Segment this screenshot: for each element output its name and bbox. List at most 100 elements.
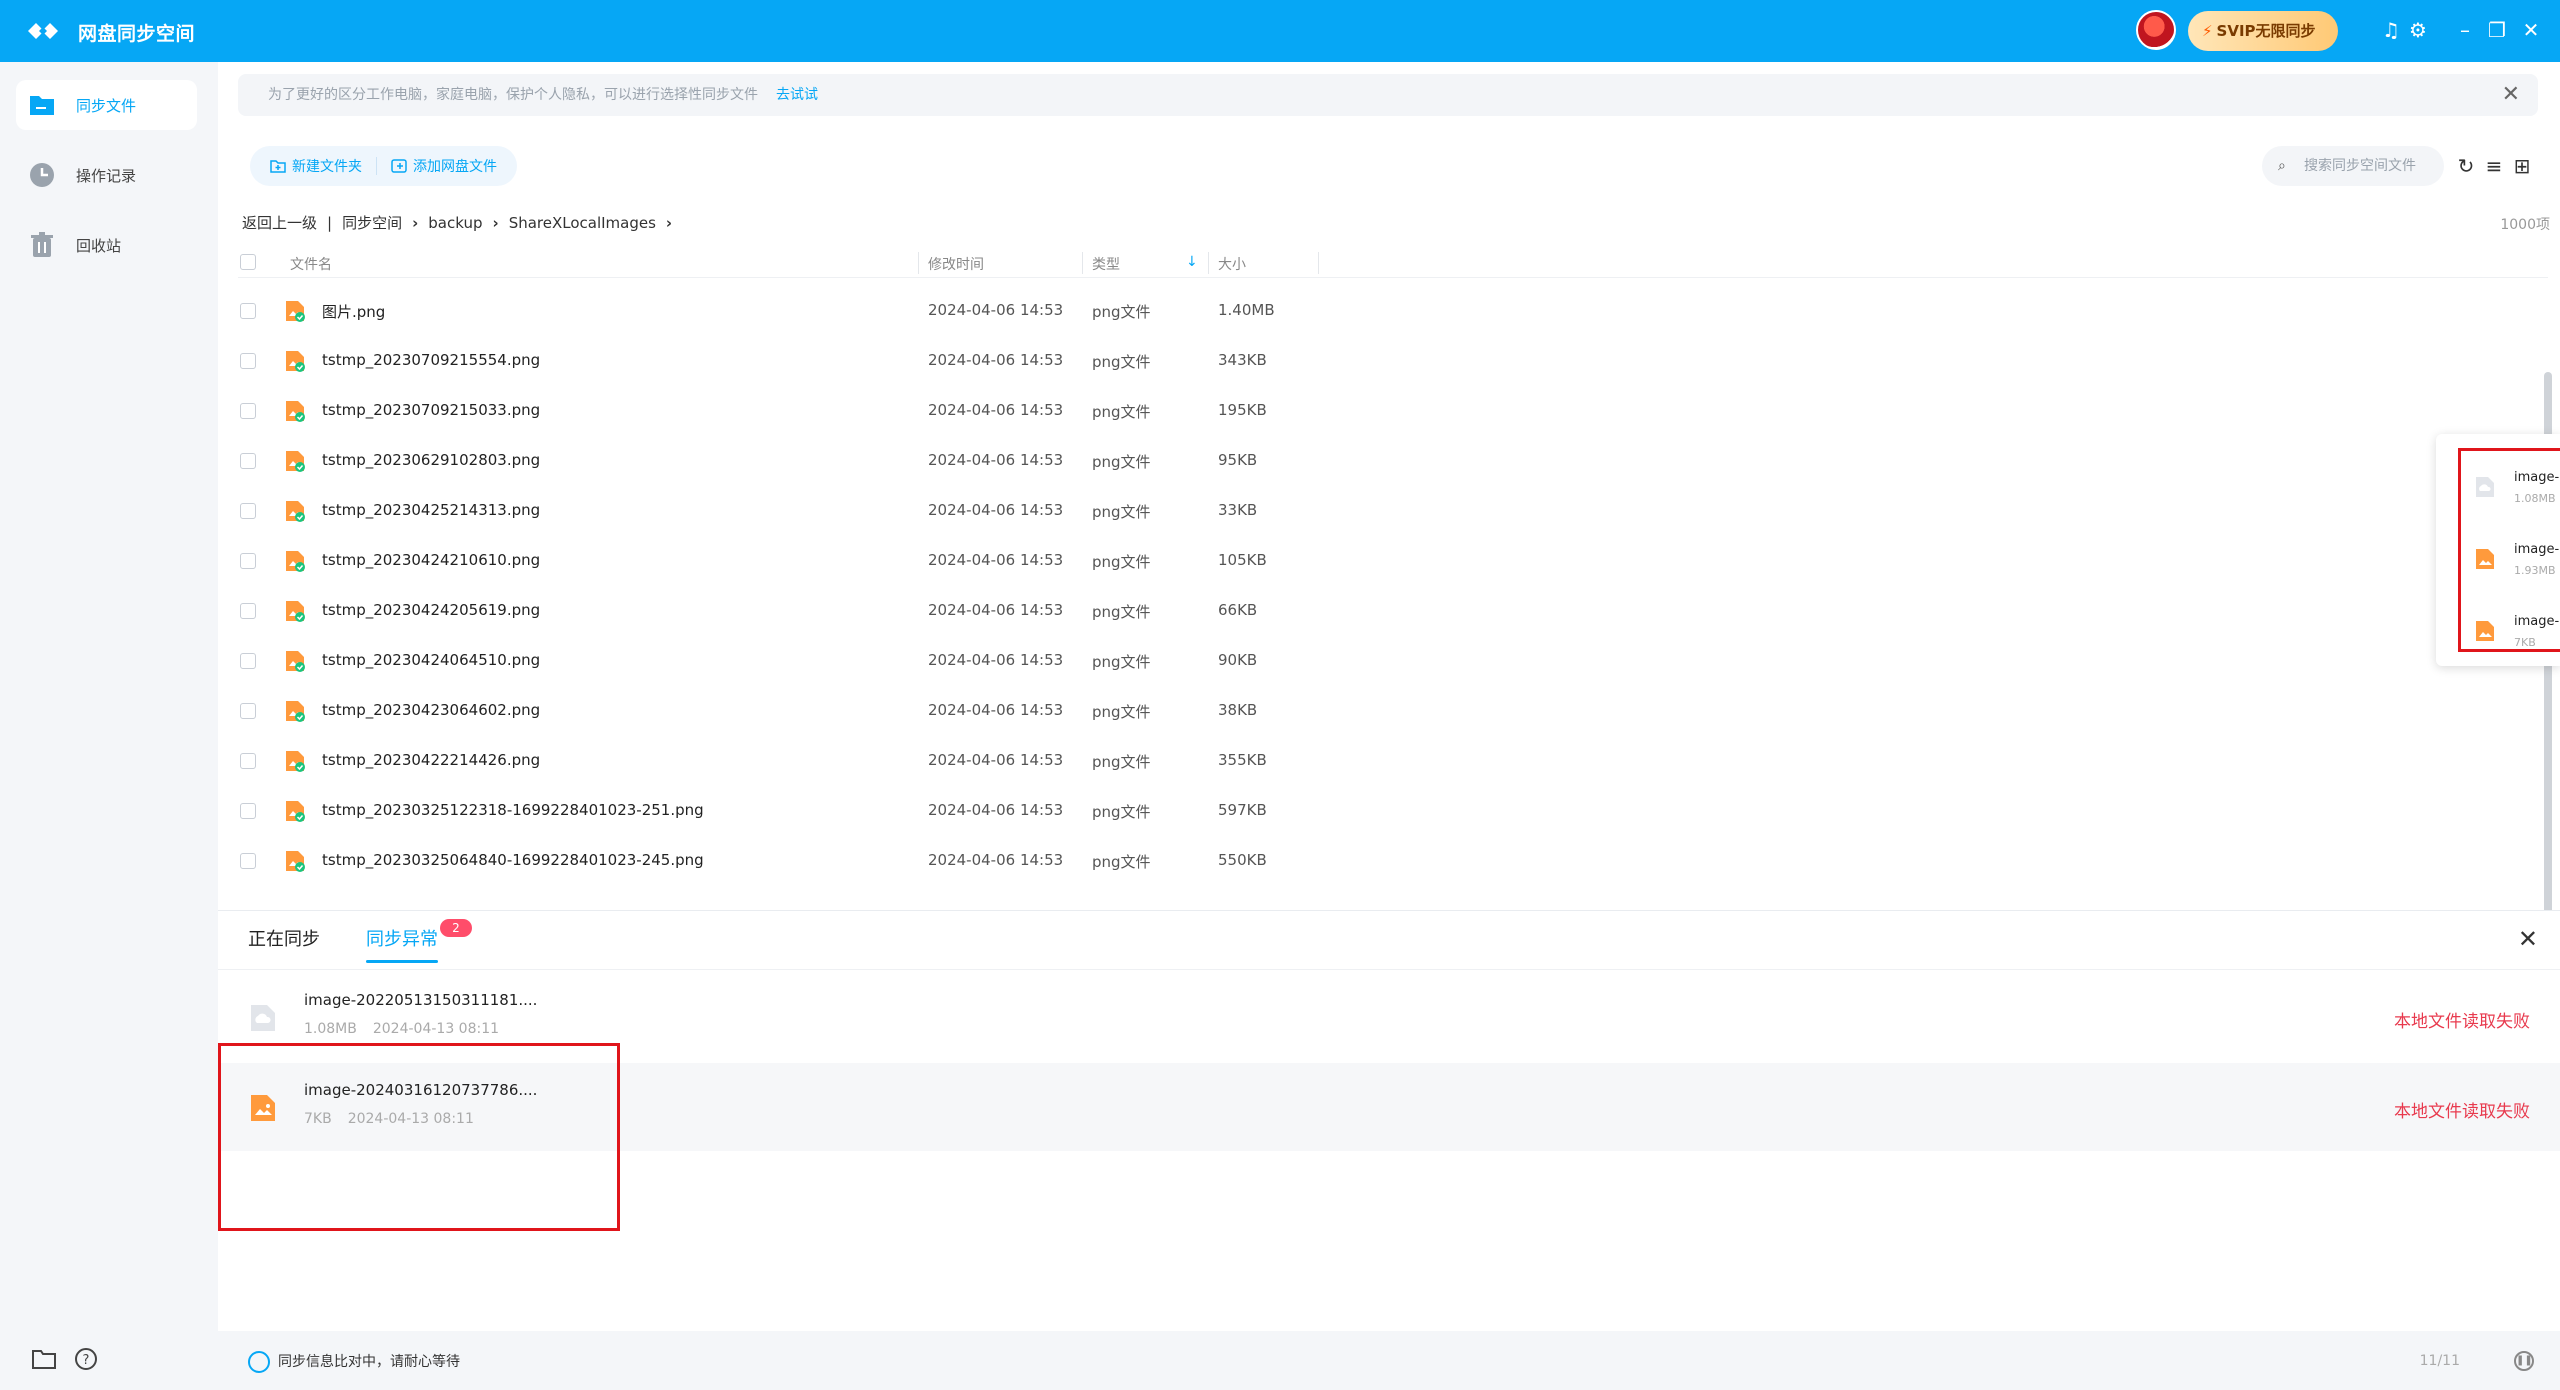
table-row[interactable]: tstmp_20230424210610.png 2024-04-06 14:53… [238, 536, 2538, 586]
file-name[interactable]: tstmp_20230424064510.png [322, 651, 540, 669]
file-name[interactable]: tstmp_20230424205619.png [322, 601, 540, 619]
file-mtime: 2024-04-06 14:53 [928, 401, 1064, 419]
cloud-file-icon [251, 1005, 275, 1031]
close-icon[interactable]: ✕ [2502, 74, 2520, 116]
add-netdisk-file-button[interactable]: 添加网盘文件 [391, 156, 497, 176]
breadcrumb-back[interactable]: 返回上一级 [242, 212, 317, 233]
row-checkbox[interactable] [240, 453, 256, 469]
new-folder-button[interactable]: 新建文件夹 [270, 156, 362, 176]
image-file-icon [2476, 621, 2494, 641]
row-checkbox[interactable] [240, 703, 256, 719]
file-name[interactable]: tstmp_20230709215554.png [322, 351, 540, 369]
table-row[interactable]: 图片.png 2024-04-06 14:53 png文件 1.40MB [238, 286, 2538, 336]
file-name[interactable]: tstmp_20230325122318-1699228401023-251.p… [322, 801, 704, 819]
row-checkbox[interactable] [240, 503, 256, 519]
file-size: 66KB [1218, 601, 1258, 619]
file-name[interactable]: 图片.png [322, 301, 385, 322]
table-row[interactable]: tstmp_20230422214426.png 2024-04-06 14:53… [238, 736, 2538, 786]
sidebar-item-sync-files[interactable]: 同步文件 [16, 80, 197, 130]
file-name[interactable]: tstmp_20230629102803.png [322, 451, 540, 469]
popover-item[interactable]: image- 1.93MB [2474, 534, 2560, 584]
table-row[interactable]: tstmp_20230629102803.png 2024-04-06 14:53… [238, 436, 2538, 486]
file-name[interactable]: tstmp_20230423064602.png [322, 701, 540, 719]
help-icon[interactable]: ? [74, 1347, 98, 1371]
row-checkbox[interactable] [240, 753, 256, 769]
file-size: 343KB [1218, 351, 1267, 369]
minimize-icon[interactable]: – [2452, 17, 2478, 43]
row-checkbox[interactable] [240, 803, 256, 819]
close-window-icon[interactable]: ✕ [2518, 17, 2544, 43]
table-row[interactable]: tstmp_20230424205619.png 2024-04-06 14:53… [238, 586, 2538, 636]
banner-try-link[interactable]: 去试试 [776, 87, 818, 103]
headset-icon[interactable]: ♫ [2378, 17, 2404, 43]
breadcrumb-separator: | [327, 213, 333, 232]
error-count-badge: 2 [440, 919, 472, 937]
image-file-synced-icon [286, 701, 305, 722]
chevron-right-icon: › [412, 213, 419, 232]
file-size: 105KB [1218, 551, 1267, 569]
row-checkbox[interactable] [240, 853, 256, 869]
file-name[interactable]: tstmp_20230709215033.png [322, 401, 540, 419]
file-type: png文件 [1092, 603, 1151, 621]
table-row[interactable]: tstmp_20230709215033.png 2024-04-06 14:53… [238, 386, 2538, 436]
row-checkbox[interactable] [240, 553, 256, 569]
file-name[interactable]: tstmp_20230422214426.png [322, 751, 540, 769]
grid-view-icon[interactable]: ⊞ [2510, 154, 2534, 178]
tab-sync-errors[interactable]: 同步异常 2 [366, 919, 472, 963]
row-checkbox[interactable] [240, 403, 256, 419]
pause-icon[interactable]: ❚❚ [2514, 1351, 2534, 1371]
row-checkbox[interactable] [240, 603, 256, 619]
popover-item[interactable]: image- 7KB [2474, 606, 2560, 656]
table-row[interactable]: tstmp_20230325122318-1699228401023-251.p… [238, 786, 2538, 836]
table-row[interactable]: tstmp_20230424064510.png 2024-04-06 14:53… [238, 636, 2538, 686]
table-row[interactable]: tstmp_20230709215554.png 2024-04-06 14:53… [238, 336, 2538, 386]
column-header-size[interactable]: 大小 [1218, 254, 1246, 274]
table-row[interactable]: tstmp_20230425214313.png 2024-04-06 14:53… [238, 486, 2538, 536]
image-file-synced-icon [286, 501, 305, 522]
file-list: 图片.png 2024-04-06 14:53 png文件 1.40MB tstmp_2… [238, 286, 2538, 908]
file-name[interactable]: tstmp_20230325064840-1699228401023-245.p… [322, 851, 704, 869]
row-checkbox[interactable] [240, 353, 256, 369]
breadcrumb-item[interactable]: 同步空间 [342, 212, 402, 233]
file-mtime: 2024-04-06 14:53 [928, 451, 1064, 469]
chevron-right-icon: › [492, 213, 499, 232]
sidebar-item-history[interactable]: 操作记录 [16, 150, 197, 200]
row-checkbox[interactable] [240, 303, 256, 319]
sync-panel: 正在同步 同步异常 2 ✕ image-20220513150311181....… [218, 910, 2560, 1390]
sync-progress: 11/11 [2419, 1353, 2460, 1369]
column-header-type[interactable]: 类型 [1092, 254, 1120, 274]
svip-button[interactable]: ⚡ SVIP无限同步 [2188, 11, 2338, 51]
file-mtime: 2024-04-06 14:53 [928, 501, 1064, 519]
folder-icon[interactable] [32, 1348, 56, 1370]
sort-arrow-down-icon[interactable]: ↓ [1186, 254, 1198, 270]
file-name[interactable]: tstmp_20230425214313.png [322, 501, 540, 519]
popover-item[interactable]: image- 1.08MB [2474, 462, 2560, 512]
tab-label: 同步异常 [366, 929, 438, 950]
image-file-synced-icon [286, 801, 305, 822]
column-header-mtime[interactable]: 修改时间 [928, 254, 984, 274]
refresh-icon[interactable]: ↻ [2454, 154, 2478, 178]
column-header-name[interactable]: 文件名 [290, 254, 332, 274]
sidebar-item-label: 操作记录 [76, 167, 137, 185]
tab-syncing[interactable]: 正在同步 [248, 925, 320, 963]
table-row[interactable]: tstmp_20230423064602.png 2024-04-06 14:53… [238, 686, 2538, 736]
row-checkbox[interactable] [240, 653, 256, 669]
restore-icon[interactable]: ❐ [2484, 17, 2510, 43]
breadcrumb-item[interactable]: backup [428, 214, 482, 232]
file-type: png文件 [1092, 453, 1151, 471]
sidebar-item-recycle-bin[interactable]: 回收站 [16, 220, 197, 270]
avatar[interactable] [2136, 10, 2176, 50]
settings-icon[interactable]: ⚙ [2405, 17, 2431, 43]
image-file-icon [2476, 549, 2494, 569]
sync-spinner-icon [248, 1351, 270, 1373]
select-all-checkbox[interactable] [240, 254, 256, 270]
file-type: png文件 [1092, 303, 1151, 321]
file-name[interactable]: tstmp_20230424210610.png [322, 551, 540, 569]
sort-icon[interactable]: ≡ [2482, 154, 2506, 178]
close-panel-icon[interactable]: ✕ [2518, 925, 2538, 953]
table-row[interactable]: tstmp_20230325064840-1699228401023-245.p… [238, 836, 2538, 886]
search-input[interactable]: ⌕ 搜索同步空间文件 [2262, 146, 2444, 186]
file-mtime: 2024-04-06 14:53 [928, 651, 1064, 669]
breadcrumb-item[interactable]: ShareXLocalImages [509, 214, 656, 232]
popover-file-name: image- [2514, 614, 2560, 629]
